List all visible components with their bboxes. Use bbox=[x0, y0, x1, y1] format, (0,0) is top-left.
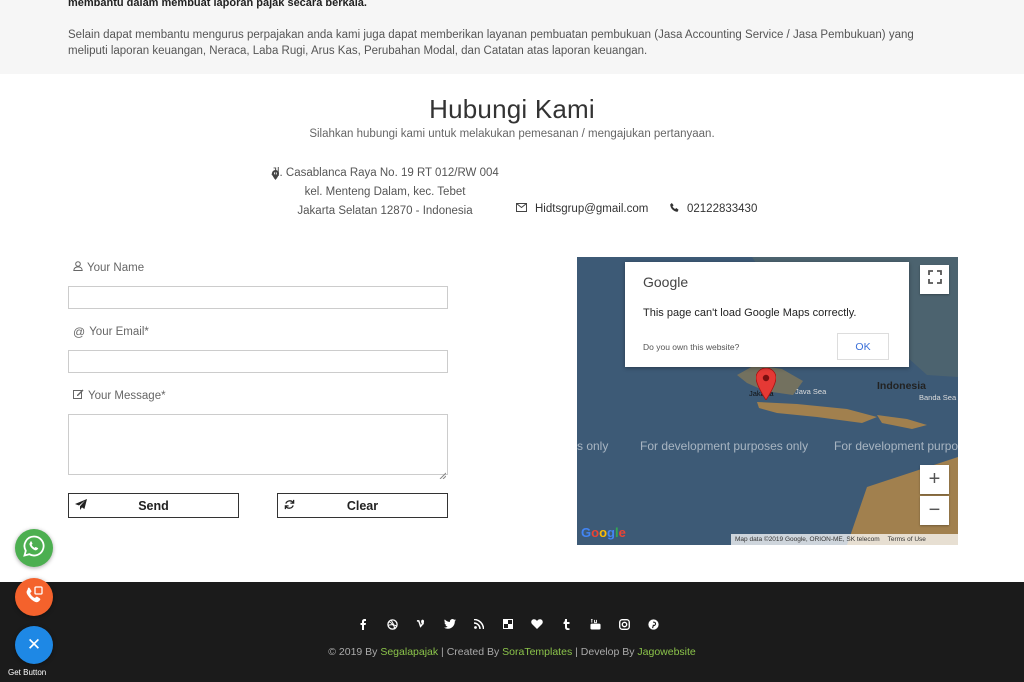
message-textarea[interactable] bbox=[68, 414, 448, 480]
address-line-1: Jl. Casablanca Raya No. 19 RT 012/RW 004 bbox=[271, 167, 499, 179]
whatsapp-icon bbox=[23, 535, 45, 562]
google-logo[interactable]: Google bbox=[581, 525, 626, 540]
name-input[interactable] bbox=[68, 286, 448, 309]
fullscreen-button[interactable] bbox=[920, 265, 949, 294]
call-button[interactable] bbox=[15, 578, 53, 616]
map-pin-icon bbox=[272, 168, 279, 187]
brand-link[interactable]: Segalapajak bbox=[380, 646, 438, 658]
google-map[interactable]: s only For development purposes only For… bbox=[577, 257, 958, 545]
heart-icon[interactable] bbox=[530, 617, 544, 631]
phone-icon bbox=[670, 203, 679, 215]
map-label-banda: Banda Sea bbox=[919, 393, 957, 402]
phone-text[interactable]: 02122833430 bbox=[687, 203, 757, 215]
edit-icon bbox=[73, 389, 84, 402]
email-label: @ Your Email* bbox=[73, 325, 149, 339]
map-data-text: Map data ©2019 Google, ORION-ME, SK tele… bbox=[735, 536, 880, 543]
page-subtitle: Silahkan hubungi kami untuk melakukan pe… bbox=[309, 128, 715, 140]
terms-link[interactable]: Terms of Use bbox=[888, 536, 926, 543]
ok-button[interactable]: OK bbox=[837, 333, 889, 360]
paper-plane-icon bbox=[75, 499, 87, 513]
map-label-java-sea: Java Sea bbox=[795, 387, 827, 396]
created-by-text: | Created By bbox=[438, 646, 503, 658]
dev-watermark-mid: For development purposes only bbox=[640, 439, 809, 453]
dribbble-icon[interactable] bbox=[385, 617, 399, 631]
envelope-icon bbox=[516, 203, 527, 215]
email-text[interactable]: Hidtsgrup@gmail.com bbox=[535, 203, 648, 215]
social-links bbox=[356, 617, 660, 631]
vine-icon[interactable] bbox=[414, 617, 428, 631]
page-title: Hubungi Kami bbox=[429, 94, 595, 124]
close-icon: ✕ bbox=[26, 635, 42, 654]
map-marker-icon[interactable] bbox=[755, 367, 777, 405]
twitter-icon[interactable] bbox=[443, 617, 457, 631]
user-icon bbox=[73, 261, 83, 274]
email-label-text: Your Email* bbox=[89, 326, 149, 338]
name-label: Your Name bbox=[73, 261, 144, 274]
intro-bold-text: membantu dalam membuat laporan pajak sec… bbox=[68, 0, 367, 9]
get-button-label[interactable]: Get Button bbox=[8, 668, 46, 677]
resize-grip-icon[interactable] bbox=[439, 466, 447, 480]
map-label-indonesia: Indonesia bbox=[877, 380, 927, 392]
address-line-3: Jakarta Selatan 12870 - Indonesia bbox=[297, 205, 473, 217]
dev-watermark-left: s only bbox=[577, 439, 609, 453]
refresh-icon bbox=[284, 499, 295, 513]
name-label-text: Your Name bbox=[87, 261, 145, 274]
youtube-icon[interactable] bbox=[588, 617, 602, 631]
zoom-out-button[interactable]: − bbox=[920, 496, 949, 525]
facebook-icon[interactable] bbox=[356, 617, 370, 631]
fullscreen-icon bbox=[927, 270, 942, 289]
intro-section: membantu dalam membuat laporan pajak sec… bbox=[0, 0, 1024, 74]
contact-email[interactable]: Hidtsgrup@gmail.com bbox=[516, 203, 648, 215]
send-button[interactable]: Send bbox=[68, 493, 239, 518]
intro-paragraph: Selain dapat membantu mengurus perpajaka… bbox=[68, 29, 914, 57]
templates-link[interactable]: SoraTemplates bbox=[502, 646, 572, 658]
dev-watermark-right: For development purpos bbox=[834, 439, 958, 453]
message-label: Your Message* bbox=[73, 389, 166, 402]
clear-button[interactable]: Clear bbox=[277, 493, 448, 518]
whatsapp-button[interactable] bbox=[15, 529, 53, 567]
at-icon: @ bbox=[73, 325, 86, 339]
message-label-text: Your Message* bbox=[88, 389, 166, 402]
zoom-in-button[interactable]: + bbox=[920, 465, 949, 494]
copyright-prefix: © 2019 By bbox=[328, 646, 381, 658]
rss-icon[interactable] bbox=[472, 617, 486, 631]
develop-by-text: | Develop By bbox=[572, 646, 638, 658]
map-error-message: This page can't load Google Maps correct… bbox=[643, 307, 857, 319]
phone-icon bbox=[23, 584, 45, 611]
address-block: Jl. Casablanca Raya No. 19 RT 012/RW 004… bbox=[270, 164, 500, 221]
site-footer: © 2019 By Segalapajak | Created By SoraT… bbox=[0, 582, 1024, 682]
clear-label: Clear bbox=[346, 498, 379, 513]
copyright-line: © 2019 By Segalapajak | Created By SoraT… bbox=[0, 646, 1024, 658]
pinterest-icon[interactable] bbox=[646, 617, 660, 631]
own-website-link[interactable]: Do you own this website? bbox=[643, 342, 739, 352]
delicious-icon[interactable] bbox=[501, 617, 515, 631]
instagram-icon[interactable] bbox=[617, 617, 631, 631]
email-input[interactable] bbox=[68, 350, 448, 373]
google-wordmark: Google bbox=[643, 274, 689, 290]
close-widget-button[interactable]: ✕ bbox=[15, 626, 53, 664]
tumblr-icon[interactable] bbox=[559, 617, 573, 631]
send-label: Send bbox=[138, 498, 169, 513]
contact-phone[interactable]: 02122833430 bbox=[670, 203, 757, 215]
map-attribution: Map data ©2019 Google, ORION-ME, SK tele… bbox=[731, 534, 958, 545]
map-error-dialog: Google This page can't load Google Maps … bbox=[625, 262, 909, 367]
address-line-2: kel. Menteng Dalam, kec. Tebet bbox=[304, 186, 466, 198]
developer-link[interactable]: Jagowebsite bbox=[637, 646, 695, 658]
